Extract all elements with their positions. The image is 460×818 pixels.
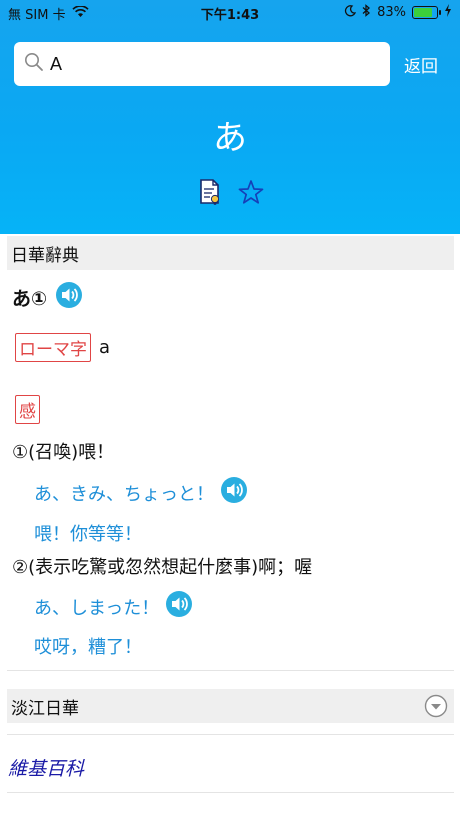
battery-icon (412, 6, 441, 19)
entry-headword: あ① (12, 288, 48, 310)
example-zh-1: 喂！你等等！ (34, 524, 142, 545)
definition-2: ②(表示吃驚或忽然想起什麼事)啊；喔 (12, 557, 313, 578)
charging-icon (444, 4, 452, 21)
headword: あ (213, 118, 247, 158)
section-title: 日華辭典 (11, 245, 79, 266)
battery-fill (414, 8, 433, 17)
header-tools (198, 178, 264, 210)
note-document-icon[interactable] (198, 178, 224, 210)
romaji-row: ローマ字 a (15, 333, 110, 362)
back-button[interactable]: 返回 (404, 52, 438, 77)
star-favorite-icon[interactable] (238, 179, 264, 209)
search-input[interactable] (50, 53, 370, 75)
part-of-speech: 感 (15, 395, 40, 424)
status-bar: 無 SIM 卡 下午1:43 83% (0, 0, 460, 24)
speaker-icon[interactable] (220, 476, 248, 509)
bluetooth-icon (362, 4, 371, 21)
speaker-icon[interactable] (55, 281, 83, 314)
entry-title: あ① (12, 281, 83, 314)
battery-percent: 83% (377, 5, 406, 20)
definition-1: ①(召喚)喂！ (12, 442, 115, 463)
search-box[interactable] (14, 42, 390, 86)
example-jp-1: あ、きみ、ちょっと！ (34, 476, 248, 509)
section-title: 淡江日華 (11, 698, 79, 719)
divider (7, 670, 454, 671)
divider (7, 792, 454, 793)
header: 無 SIM 卡 下午1:43 83% A 返回 あ (0, 0, 460, 234)
example-jp-2: あ、しまった！ (34, 590, 193, 623)
wikipedia-link[interactable]: 維基百科 (8, 754, 84, 781)
moon-icon (344, 4, 357, 21)
example-zh-2: 哎呀，糟了！ (34, 637, 142, 658)
romaji-value: a (99, 337, 111, 358)
section-header-dictionary: 日華辭典 (7, 236, 454, 270)
romaji-tag: ローマ字 (15, 333, 91, 362)
pos-tag: 感 (15, 395, 40, 424)
search-icon (24, 52, 44, 76)
section-header-tamkang[interactable]: 淡江日華 (7, 689, 454, 723)
speaker-icon[interactable] (165, 590, 193, 623)
chevron-down-icon[interactable] (424, 694, 448, 723)
example-jp-text: あ、しまった！ (34, 597, 160, 619)
example-jp-text: あ、きみ、ちょっと！ (34, 483, 214, 505)
divider (7, 734, 454, 735)
